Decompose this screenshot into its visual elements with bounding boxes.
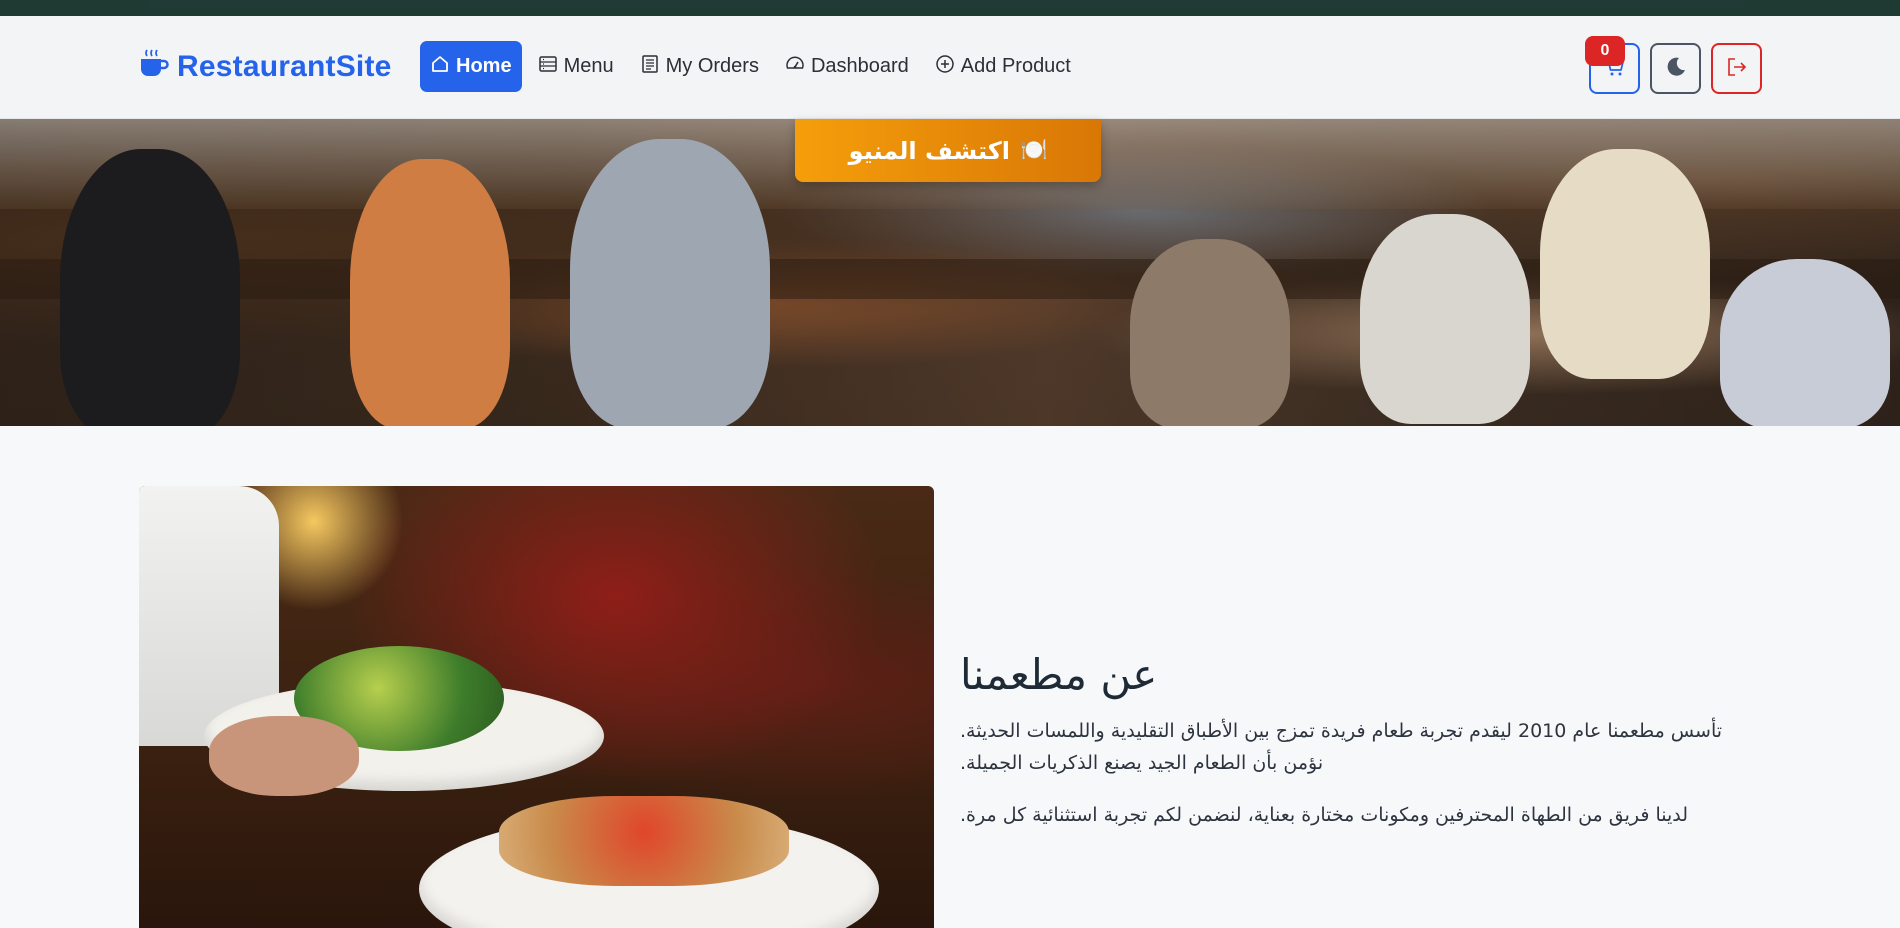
about-title: عن مطعمنا <box>960 650 1158 699</box>
hero-diner <box>1360 214 1530 424</box>
logout-icon <box>1725 55 1749 82</box>
about-paragraph-2: لدينا فريق من الطهاة المحترفين ومكونات م… <box>960 804 1689 826</box>
about-photo <box>139 486 934 928</box>
nav-add-product[interactable]: Add Product <box>925 41 1081 92</box>
nav-home-label: Home <box>456 55 512 77</box>
nav-actions: 0 <box>1585 36 1762 94</box>
hero-diner <box>1720 259 1890 426</box>
hero-diner <box>570 139 770 426</box>
browser-top-strip <box>0 0 1900 16</box>
navbar: RestaurantSite Home Menu My Orders Dashb… <box>0 16 1900 119</box>
nav-home[interactable]: Home <box>420 41 522 92</box>
speedometer-icon <box>785 54 805 80</box>
menu-list-icon <box>538 54 558 80</box>
explore-menu-label: اكتشف المنيو <box>848 136 1010 165</box>
cart-count-badge: 0 <box>1585 36 1625 66</box>
plus-circle-icon <box>935 54 955 80</box>
explore-menu-button[interactable]: اكتشف المنيو 🍽️ <box>795 119 1101 182</box>
hero-diner <box>350 159 510 426</box>
about-section: عن مطعمنا تأسس مطعمنا عام 2010 ليقدم تجر… <box>960 650 1750 831</box>
logout-button[interactable] <box>1711 43 1762 94</box>
hero-diner <box>1130 239 1290 426</box>
nav-my-orders[interactable]: My Orders <box>630 41 769 92</box>
moon-icon <box>1664 55 1688 82</box>
nav-dashboard[interactable]: Dashboard <box>775 41 919 92</box>
brand-name: RestaurantSite <box>177 50 392 83</box>
nav-menu[interactable]: Menu <box>528 41 624 92</box>
nav-menu-label: Menu <box>563 55 614 77</box>
bruschetta <box>499 796 789 886</box>
about-paragraph-1: تأسس مطعمنا عام 2010 ليقدم تجربة طعام فر… <box>960 720 1723 774</box>
top-strip-bar <box>148 0 1744 8</box>
cart-button[interactable]: 0 <box>1585 36 1640 94</box>
coffee-cup-icon <box>137 47 169 87</box>
nav-links: Home Menu My Orders Dashboard Add Produc… <box>420 41 1081 92</box>
nav-my-orders-label: My Orders <box>665 55 759 77</box>
waiter-hand <box>209 716 359 796</box>
theme-toggle-button[interactable] <box>1650 43 1701 94</box>
nav-dashboard-label: Dashboard <box>810 55 909 77</box>
receipt-icon <box>640 54 660 80</box>
home-icon <box>430 54 450 80</box>
hero-diner <box>1540 149 1710 379</box>
nav-add-product-label: Add Product <box>960 55 1071 77</box>
plate-icon: 🍽️ <box>1019 138 1048 163</box>
hero-diner <box>60 149 240 426</box>
brand-link[interactable]: RestaurantSite <box>137 46 392 88</box>
